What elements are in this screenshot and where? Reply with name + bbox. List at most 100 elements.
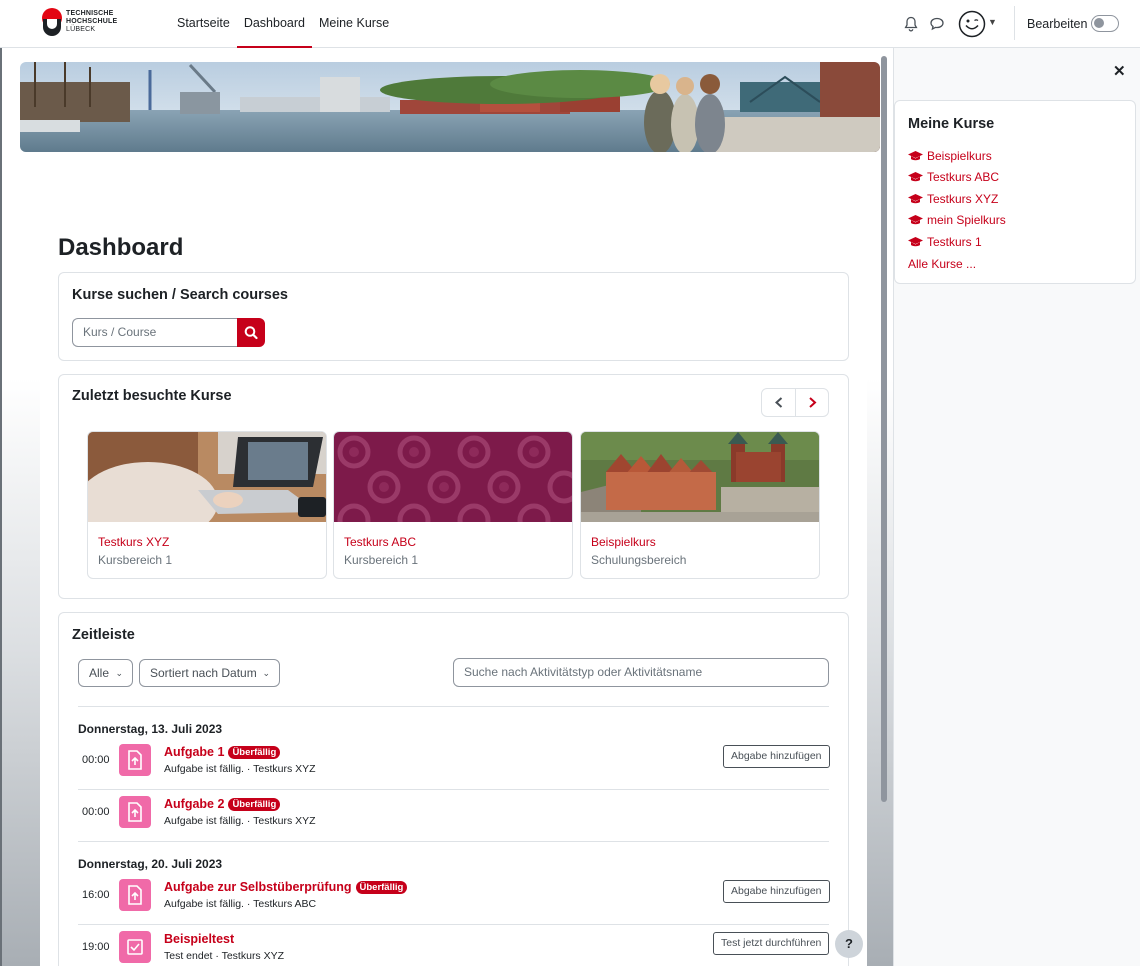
chevron-left-icon	[775, 397, 783, 408]
timeline-item-time: 00:00	[82, 806, 110, 818]
nav-startseite[interactable]: Startseite	[170, 0, 237, 48]
timeline-item-beispieltest[interactable]: Beispieltest	[164, 932, 234, 946]
overdue-badge: Überfällig	[355, 880, 408, 894]
drawer-course-label[interactable]: Testkurs 1	[927, 235, 982, 249]
main-scrollbar[interactable]	[881, 56, 887, 802]
graduation-cap-icon	[908, 150, 923, 160]
chevron-down-icon: ⌄	[262, 668, 270, 678]
nav-dashboard[interactable]: Dashboard	[236, 0, 312, 48]
user-menu-chevron-icon[interactable]: ▼	[988, 17, 997, 27]
smiley-avatar-icon[interactable]	[958, 10, 986, 38]
logo-line-2: HOCHSCHULE	[66, 18, 118, 25]
timeline-item-subtitle: Aufgabe ist fällig. · Testkurs XYZ	[164, 763, 316, 775]
course-card-category: Kursbereich 1	[344, 553, 419, 567]
course-search-title: Kurse suchen / Search courses	[72, 287, 288, 303]
timeline-sort-label: Sortiert nach Datum	[150, 666, 257, 680]
course-search-input[interactable]: Kurs / Course	[72, 318, 238, 347]
assignment-upload-icon	[119, 744, 151, 776]
graduation-cap-icon	[908, 171, 923, 181]
timeline-item-subtitle: Test endet · Testkurs XYZ	[164, 950, 285, 962]
prev-page-button[interactable]	[762, 389, 796, 416]
course-card-name[interactable]: Testkurs XYZ	[98, 535, 169, 549]
overdue-badge: Überfällig	[228, 797, 281, 811]
timeline-item-name[interactable]: Beispieltest	[164, 932, 234, 946]
chevron-right-icon	[809, 397, 817, 408]
course-card-category: Schulungsbereich	[591, 553, 687, 567]
timeline-sort-select[interactable]: Sortiert nach Datum ⌄	[139, 659, 280, 687]
course-card-testkurs-abc[interactable]: Testkurs ABC Kursbereich 1	[333, 431, 573, 579]
timeline-item-name[interactable]: Aufgabe 2	[164, 797, 224, 811]
timeline-item-time: 00:00	[82, 754, 110, 766]
chat-icon[interactable]	[928, 15, 946, 33]
course-card-category: Kursbereich 1	[98, 553, 173, 567]
next-page-button[interactable]	[796, 389, 829, 416]
timeline-filter-label: Alle	[89, 666, 110, 680]
drawer-course-link[interactable]: Beispielkurs	[908, 149, 992, 163]
laptop-photo-image	[88, 432, 326, 522]
timeline-item-subtitle: Aufgabe ist fällig. · Testkurs ABC	[164, 898, 317, 910]
logo-line-1: TECHNISCHE	[66, 10, 114, 17]
drawer-course-link[interactable]: Testkurs ABC	[908, 170, 999, 184]
course-card-name[interactable]: Beispielkurs	[591, 535, 656, 549]
add-submission-button[interactable]: Abgabe hinzufügen	[723, 880, 830, 903]
graduation-cap-icon	[908, 214, 923, 224]
edit-mode-toggle[interactable]	[1091, 15, 1119, 32]
timeline-item-subtitle: Aufgabe ist fällig. · Testkurs XYZ	[164, 815, 316, 827]
add-submission-button[interactable]: Abgabe hinzufügen	[723, 745, 830, 768]
search-icon	[244, 326, 258, 340]
timeline-item-aufgabe-1[interactable]: Aufgabe 1 Überfällig	[164, 745, 281, 759]
help-button[interactable]: ?	[835, 930, 863, 958]
timeline-filter-select[interactable]: Alle ⌄	[78, 659, 133, 687]
overdue-badge: Überfällig	[228, 745, 281, 759]
timeline-item-divider	[78, 789, 829, 790]
drawer-course-link[interactable]: Testkurs 1	[908, 235, 982, 249]
top-navbar: TECHNISCHE HOCHSCHULE LÜBECK Startseite …	[0, 0, 1140, 48]
window-left-edge	[0, 48, 2, 966]
primary-nav: Startseite Dashboard Meine Kurse	[170, 0, 396, 48]
chevron-down-icon: ⌄	[115, 668, 123, 678]
timeline-divider	[78, 706, 829, 707]
recent-courses-title: Zuletzt besuchte Kurse	[72, 388, 232, 404]
timeline-item-name[interactable]: Aufgabe 1	[164, 745, 224, 759]
course-search-block	[58, 272, 849, 361]
drawer-course-link[interactable]: mein Spielkurs	[908, 213, 1006, 227]
assignment-upload-icon	[119, 879, 151, 911]
drawer-course-label[interactable]: mein Spielkurs	[927, 213, 1006, 227]
timeline-search-input[interactable]: Suche nach Aktivitätstyp oder Aktivitäts…	[453, 658, 829, 687]
holstentor-aerial-image	[581, 432, 819, 522]
graduation-cap-icon	[908, 236, 923, 246]
timeline-item-aufgabe-2[interactable]: Aufgabe 2 Überfällig	[164, 797, 281, 811]
start-quiz-button[interactable]: Test jetzt durchführen	[713, 932, 830, 955]
timeline-item-divider	[78, 924, 829, 925]
course-card-name[interactable]: Testkurs ABC	[344, 535, 416, 549]
navbar-divider	[1014, 6, 1015, 40]
harbor-banner-image	[20, 62, 880, 152]
drawer-course-label[interactable]: Beispielkurs	[927, 149, 992, 163]
timeline-title: Zeitleiste	[72, 627, 135, 643]
assignment-upload-icon	[119, 796, 151, 828]
graduation-cap-icon	[908, 193, 923, 203]
timeline-item-name[interactable]: Aufgabe zur Selbstüberprüfung	[164, 880, 352, 894]
drawer-course-label[interactable]: Testkurs XYZ	[927, 192, 998, 206]
drawer-course-link[interactable]: Testkurs XYZ	[908, 192, 998, 206]
timeline-item-time: 16:00	[82, 889, 110, 901]
logo-line-3: LÜBECK	[66, 26, 96, 33]
purple-pattern-image	[334, 432, 572, 522]
drawer-course-label[interactable]: Testkurs ABC	[927, 170, 999, 184]
quiz-check-icon	[119, 931, 151, 963]
all-courses-link[interactable]: Alle Kurse ...	[908, 257, 976, 271]
timeline-item-time: 19:00	[82, 941, 110, 953]
course-search-button[interactable]	[237, 318, 265, 347]
timeline-divider	[78, 841, 829, 842]
thl-logo[interactable]: TECHNISCHE HOCHSCHULE LÜBECK	[42, 8, 122, 40]
timeline-item-selbstueberpruefung[interactable]: Aufgabe zur Selbstüberprüfung Überfällig	[164, 880, 408, 894]
page-title: Dashboard	[58, 234, 184, 261]
close-icon[interactable]: ✕	[1113, 62, 1126, 80]
edit-mode-label: Bearbeiten	[1027, 17, 1088, 31]
course-card-testkurs-xyz[interactable]: Testkurs XYZ Kursbereich 1	[87, 431, 327, 579]
timeline-date-heading: Donnerstag, 20. Juli 2023	[78, 857, 223, 871]
course-card-beispielkurs[interactable]: Beispielkurs Schulungsbereich	[580, 431, 820, 579]
timeline-date-heading: Donnerstag, 13. Juli 2023	[78, 722, 223, 736]
bell-icon[interactable]	[902, 15, 920, 33]
nav-meine-kurse[interactable]: Meine Kurse	[312, 0, 396, 48]
